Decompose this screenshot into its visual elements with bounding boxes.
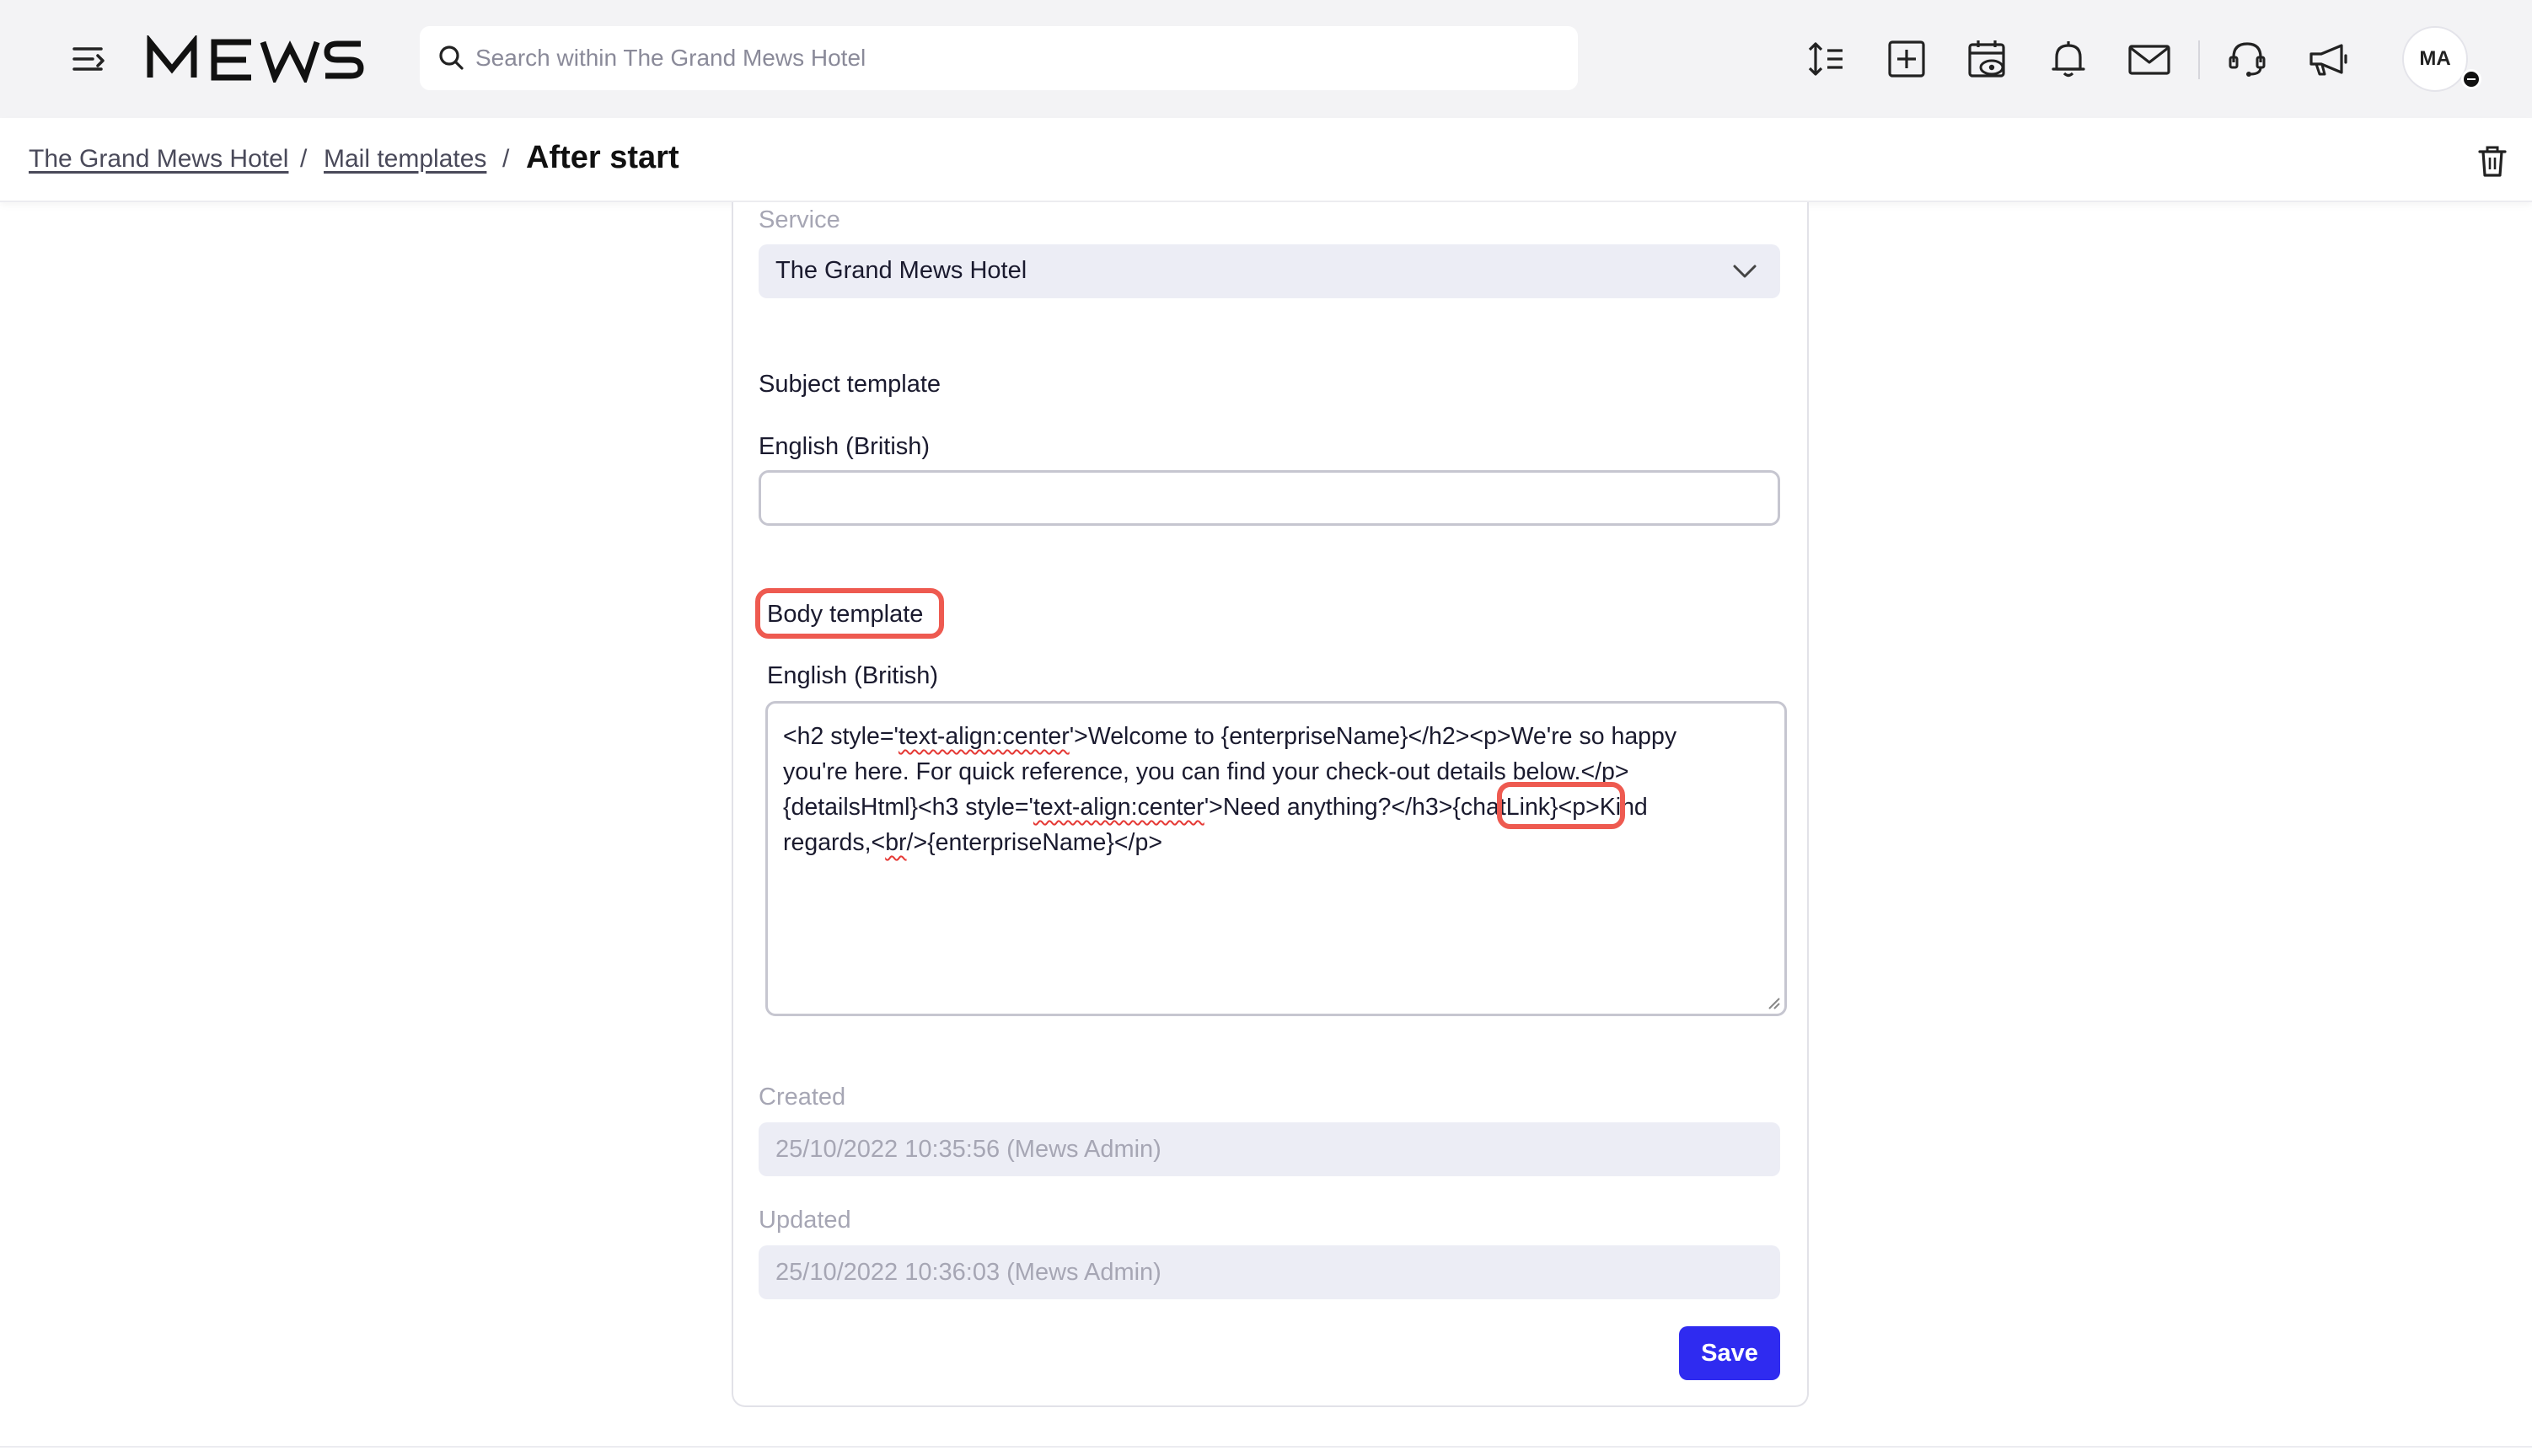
updated-field: 25/10/2022 10:36:03 (Mews Admin) <box>759 1245 1780 1299</box>
body-text-segment: />{enterpriseName}</p> <box>906 829 1162 856</box>
breadcrumb-link-hotel[interactable]: The Grand Mews Hotel <box>29 145 288 174</box>
subject-template-input[interactable] <box>759 470 1780 526</box>
search-bar[interactable] <box>420 26 1578 90</box>
breadcrumb-link-mail-templates[interactable]: Mail templates <box>324 145 486 174</box>
service-select[interactable]: The Grand Mews Hotel <box>759 244 1780 298</box>
mail-icon[interactable] <box>2126 35 2173 83</box>
spellcheck-segment: text-align:center <box>1033 794 1204 821</box>
add-icon[interactable] <box>1883 35 1930 83</box>
bell-icon[interactable] <box>2045 35 2092 83</box>
body-text-segment: <p>Kind <box>1558 794 1648 821</box>
breadcrumb-separator: / <box>502 145 510 173</box>
resize-handle-icon[interactable] <box>1766 995 1781 1010</box>
service-value: The Grand Mews Hotel <box>775 257 1027 284</box>
toolbar-divider <box>2198 40 2200 79</box>
hamburger-icon[interactable] <box>67 39 111 79</box>
breadcrumb-separator: / <box>300 145 308 173</box>
top-bar: MA <box>0 0 2532 118</box>
avatar-initials: MA <box>2419 47 2451 70</box>
body-text-segment: '>Welcome to {enterpriseName}</h2><p>We'… <box>1069 723 1677 750</box>
updated-label: Updated <box>759 1207 851 1234</box>
chevron-down-icon <box>1733 265 1757 278</box>
body-text-segment: you're here. For quick reference, you ca… <box>783 758 1629 785</box>
updated-value: 25/10/2022 10:36:03 (Mews Admin) <box>775 1259 1161 1286</box>
mews-logo[interactable] <box>147 35 366 83</box>
body-text-segment: regards,< <box>783 829 886 856</box>
page-title: After start <box>526 140 679 175</box>
body-language-label: English (British) <box>767 662 939 689</box>
status-indicator <box>2461 69 2481 89</box>
chatlink-placeholder: {chatLink} <box>1452 794 1558 821</box>
body-text-segment: {detailsHtml}<h3 style=' <box>783 794 1033 821</box>
spellcheck-segment: text-align:center <box>898 723 1070 750</box>
subject-template-heading: Subject template <box>759 371 941 398</box>
megaphone-icon[interactable] <box>2304 35 2352 83</box>
search-input[interactable] <box>475 26 1563 90</box>
body-template-textarea[interactable]: <h2 style='text-align:center'>Welcome to… <box>765 701 1787 1016</box>
subject-language-label: English (British) <box>759 433 931 460</box>
created-field: 25/10/2022 10:35:56 (Mews Admin) <box>759 1122 1780 1176</box>
calendar-eye-icon[interactable] <box>1964 35 2011 83</box>
body-text-segment: <h2 style=' <box>783 723 899 750</box>
created-label: Created <box>759 1084 846 1111</box>
spellcheck-segment: br <box>885 829 907 856</box>
save-button[interactable]: Save <box>1679 1326 1780 1380</box>
search-icon <box>439 46 464 70</box>
breadcrumb: The Grand Mews Hotel / Mail templates / … <box>0 118 2532 202</box>
support-icon[interactable] <box>2224 35 2271 83</box>
page: MA The Grand Mews Hotel / Mail templates… <box>0 0 2532 1456</box>
sort-icon[interactable] <box>1802 35 1849 83</box>
avatar[interactable]: MA <box>2402 26 2468 92</box>
created-value: 25/10/2022 10:35:56 (Mews Admin) <box>775 1136 1161 1163</box>
body-template-text: <h2 style='text-align:center'>Welcome to… <box>783 719 1769 860</box>
trash-icon[interactable] <box>2476 143 2508 179</box>
page-bottom-border <box>0 1446 2532 1448</box>
body-template-heading: Body template <box>767 601 924 628</box>
service-label: Service <box>759 206 840 233</box>
body-text-segment: '>Need anything?</h3> <box>1204 794 1453 821</box>
